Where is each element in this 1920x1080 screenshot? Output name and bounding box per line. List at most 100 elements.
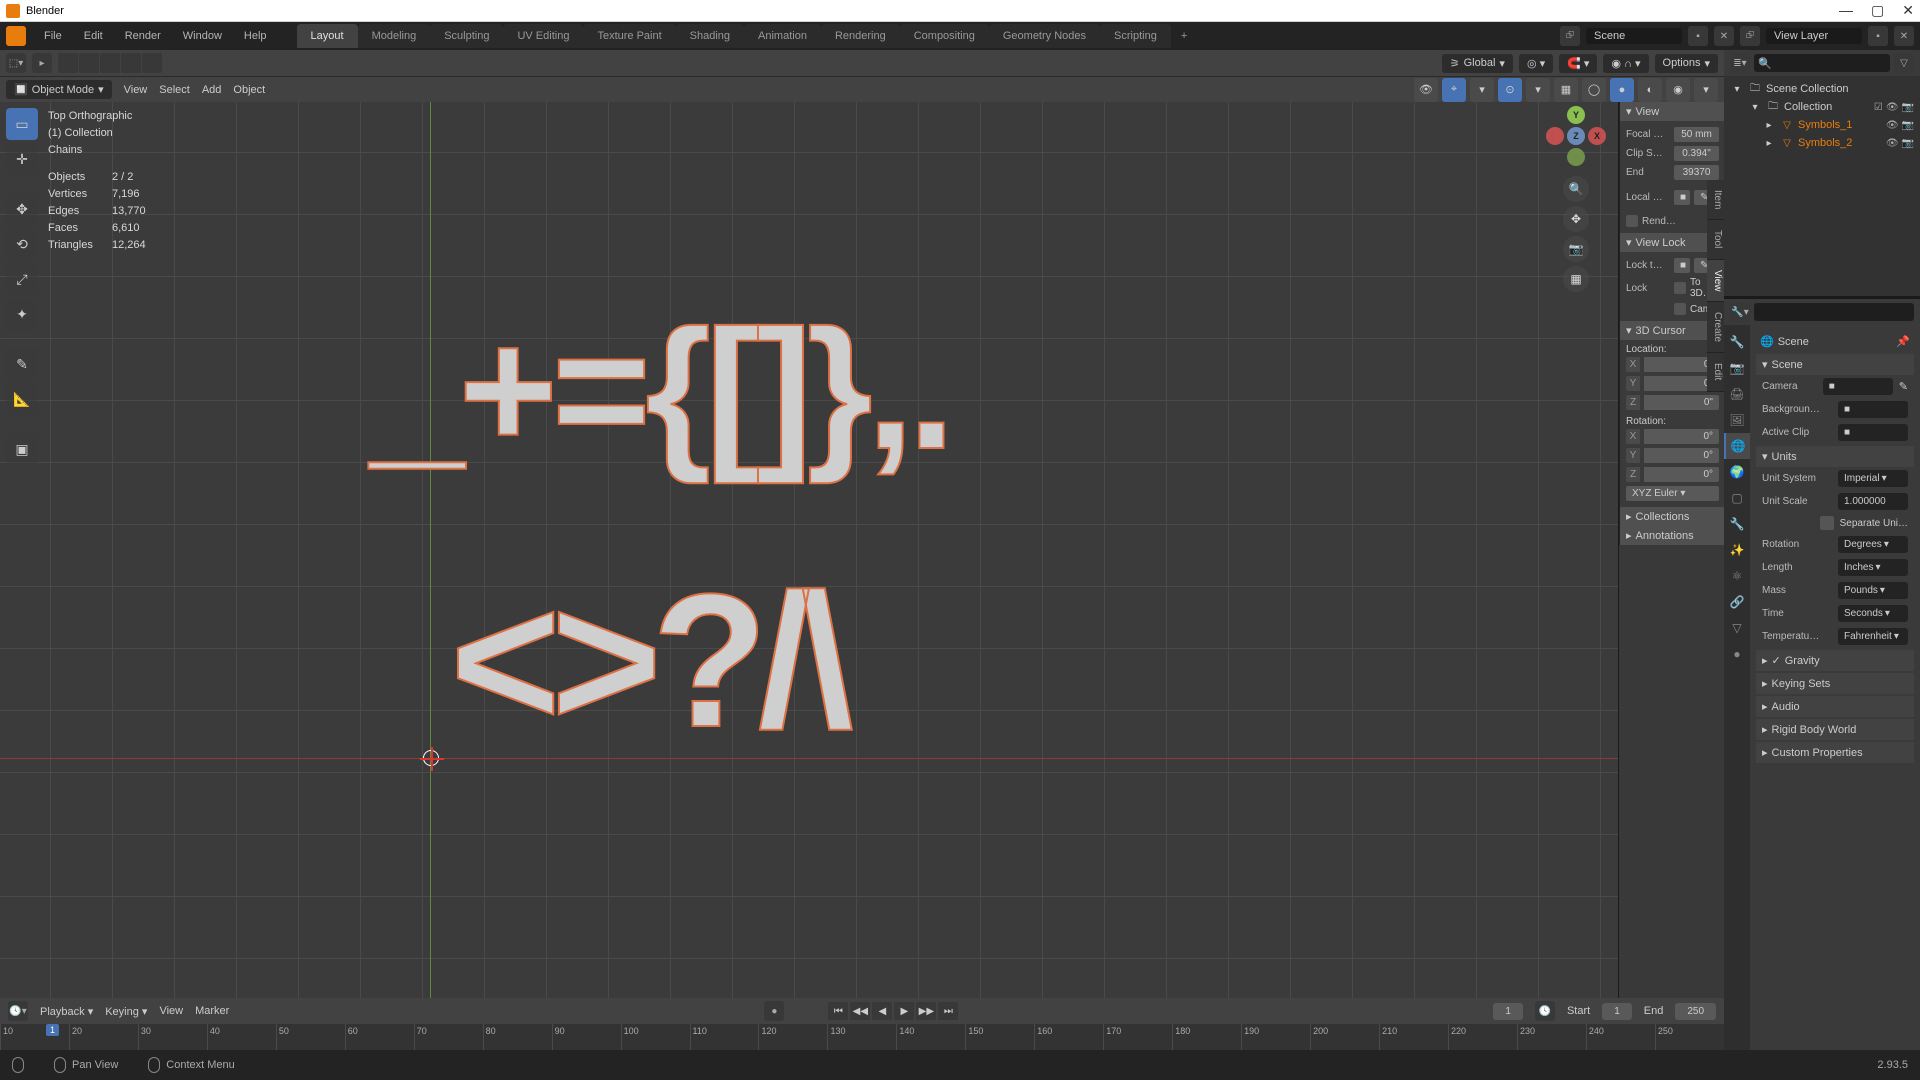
shading-solid[interactable]: ● [1610, 78, 1634, 102]
npanel-renderregion-check[interactable] [1626, 215, 1638, 227]
play-icon[interactable]: ▸ [32, 53, 52, 73]
play-reverse[interactable]: ◀ [872, 1002, 892, 1020]
shading-material[interactable]: ◐ [1638, 78, 1662, 102]
scene-delete-button[interactable]: ✕ [1714, 26, 1734, 46]
interaction-mode-dropdown[interactable]: 🔲 Object Mode ▾ [6, 80, 112, 99]
menu-file[interactable]: File [34, 26, 72, 46]
tool-move[interactable]: ✥ [6, 193, 38, 225]
perspective-toggle-icon[interactable]: ▦ [1563, 266, 1589, 292]
maximize-button[interactable]: ▢ [1871, 2, 1884, 19]
orbit-gizmo[interactable]: Y Z X [1546, 106, 1606, 166]
timeline-menu-marker[interactable]: Marker [195, 1005, 229, 1017]
outliner-collection[interactable]: ▾🗀Collection☑👁📷 [1724, 98, 1920, 116]
preview-range-toggle[interactable]: 🕓 [1535, 1001, 1555, 1021]
tool-add-primitive[interactable]: ▣ [6, 433, 38, 465]
ptab-physics[interactable]: ⚛ [1724, 563, 1750, 589]
workspace-tab-scripting[interactable]: Scripting [1100, 24, 1171, 48]
npanel-clipstart-value[interactable]: 0.394" [1674, 146, 1719, 161]
shading-wireframe[interactable]: ◯ [1582, 78, 1606, 102]
tool-annotate[interactable]: ✎ [6, 348, 38, 380]
props-temp-field[interactable]: Fahrenheit ▾ [1838, 628, 1908, 645]
ptab-viewlayer[interactable]: 🖼 [1724, 407, 1750, 433]
npanel-lockto-field[interactable]: ■ [1674, 258, 1690, 273]
ptab-world[interactable]: 🌍 [1724, 459, 1750, 485]
props-customprops-section[interactable]: ▸ Custom Properties [1756, 742, 1914, 763]
props-units-section[interactable]: ▾ Units [1756, 446, 1914, 467]
ptab-object[interactable]: ▢ [1724, 485, 1750, 511]
end-frame-field[interactable]: 250 [1675, 1003, 1716, 1020]
props-length-field[interactable]: Inches ▾ [1838, 559, 1908, 576]
properties-editor-type[interactable]: 🔧▾ [1730, 302, 1750, 322]
workspace-tab-uvediting[interactable]: UV Editing [503, 24, 583, 48]
viewport-object-symbols-2[interactable]: <>?/\ [450, 552, 844, 770]
tool-rotate[interactable]: ⟲ [6, 228, 38, 260]
shading-rendered[interactable]: ◉ [1666, 78, 1690, 102]
tool-measure[interactable]: 📐 [6, 383, 38, 415]
npanel-to3d-check[interactable] [1674, 282, 1686, 294]
tool-select-box[interactable]: ▭ [6, 108, 38, 140]
viewlayer-new-button[interactable]: ▪ [1868, 26, 1888, 46]
workspace-tab-rendering[interactable]: Rendering [821, 24, 900, 48]
properties-search[interactable] [1754, 303, 1914, 321]
viewport-menu-view[interactable]: View [124, 84, 148, 96]
timeline-menu-keying[interactable]: Keying ▾ [105, 1005, 147, 1018]
timeline-editor-type[interactable]: 🕓▾ [8, 1001, 28, 1021]
overlay-toggle[interactable]: ⊙ [1498, 78, 1522, 102]
ptab-material[interactable]: ● [1724, 641, 1750, 667]
ptab-data[interactable]: ▽ [1724, 615, 1750, 641]
workspace-tab-animation[interactable]: Animation [744, 24, 821, 48]
jump-first-frame[interactable]: ⏮ [828, 1002, 848, 1020]
outliner-item-symbols1[interactable]: ▸▽Symbols_1👁📷 [1724, 116, 1920, 134]
gizmo-axis-z[interactable]: Z [1567, 127, 1585, 145]
scene-browse-icon[interactable]: ⮺ [1560, 26, 1580, 46]
npanel-rot-y[interactable]: 0° [1644, 448, 1719, 463]
play-forward[interactable]: ▶ [894, 1002, 914, 1020]
gizmo-toggle[interactable]: ⌖ [1442, 78, 1466, 102]
ptab-scene[interactable]: 🌐 [1724, 433, 1750, 459]
npanel-focal-value[interactable]: 50 mm [1674, 127, 1719, 142]
outliner-item-symbols2[interactable]: ▸▽Symbols_2👁📷 [1724, 134, 1920, 152]
ptab-constraints[interactable]: 🔗 [1724, 589, 1750, 615]
props-camera-eyedrop[interactable]: ✎ [1899, 380, 1908, 393]
zoom-gizmo-icon[interactable]: 🔍 [1563, 176, 1589, 202]
gizmo-axis-y[interactable]: Y [1567, 106, 1585, 124]
menu-edit[interactable]: Edit [74, 26, 113, 46]
selectability-icon[interactable]: 👁 [1414, 78, 1438, 102]
props-unitscale-field[interactable]: 1.000000 [1838, 493, 1908, 510]
n-tab-tool[interactable]: Tool [1707, 220, 1724, 259]
snap-toggle[interactable]: 🧲 ▾ [1559, 54, 1597, 73]
props-time-field[interactable]: Seconds ▾ [1838, 605, 1908, 622]
props-unitsystem-field[interactable]: Imperial ▾ [1838, 470, 1908, 487]
ptab-tool[interactable]: 🔧 [1724, 329, 1750, 355]
jump-last-frame[interactable]: ⏭ [938, 1002, 958, 1020]
npanel-euler-dropdown[interactable]: XYZ Euler ▾ [1626, 486, 1719, 501]
viewlayer-name-field[interactable]: View Layer [1766, 28, 1862, 44]
close-button[interactable]: ✕ [1902, 2, 1914, 19]
workspace-tab-sculpting[interactable]: Sculpting [430, 24, 503, 48]
npanel-collections-header[interactable]: ▸ Collections [1620, 507, 1724, 526]
workspace-tab-layout[interactable]: Layout [297, 24, 358, 48]
viewlayer-delete-button[interactable]: ✕ [1894, 26, 1914, 46]
scene-new-button[interactable]: ▪ [1688, 26, 1708, 46]
viewport-menu-add[interactable]: Add [202, 84, 222, 96]
props-rigidbody-section[interactable]: ▸ Rigid Body World [1756, 719, 1914, 740]
props-audio-section[interactable]: ▸ Audio [1756, 696, 1914, 717]
shading-dropdown[interactable]: ▾ [1694, 78, 1718, 102]
viewport-object-symbols-1[interactable]: _+={[]},. [370, 292, 949, 488]
workspace-tab-modeling[interactable]: Modeling [358, 24, 431, 48]
proportional-toggle[interactable]: ◉ ∩ ▾ [1603, 54, 1648, 73]
n-tab-create[interactable]: Create [1707, 302, 1724, 353]
overlay-dropdown[interactable]: ▾ [1526, 78, 1550, 102]
jump-next-keyframe[interactable]: ▶▶ [916, 1002, 936, 1020]
props-gravity-check[interactable]: ✓ [1772, 654, 1781, 667]
props-mass-field[interactable]: Pounds ▾ [1838, 582, 1908, 599]
menu-window[interactable]: Window [173, 26, 232, 46]
tool-transform[interactable]: ✦ [6, 298, 38, 330]
ptab-particles[interactable]: ✨ [1724, 537, 1750, 563]
viewlayer-browse-icon[interactable]: ⮺ [1740, 26, 1760, 46]
editor-type-dropdown[interactable]: ⬚▾ [6, 53, 26, 73]
workspace-tab-geometrynodes[interactable]: Geometry Nodes [989, 24, 1100, 48]
options-dropdown[interactable]: Options ▾ [1655, 54, 1718, 73]
props-scene-section[interactable]: ▾ Scene [1756, 354, 1914, 375]
npanel-loc-z[interactable]: 0" [1644, 395, 1719, 410]
